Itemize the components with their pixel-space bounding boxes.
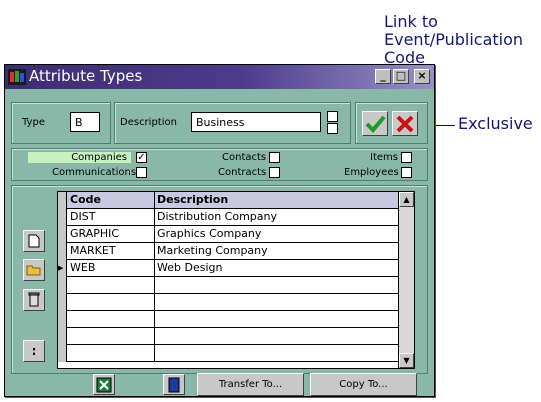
category-contracts-checkbox[interactable] [269,167,280,178]
row-selector[interactable] [58,345,67,362]
scroll-down-icon[interactable]: ▼ [399,353,414,368]
empty-table-row[interactable] [58,277,398,294]
cell-description[interactable]: Marketing Company [155,243,398,260]
trash-icon [28,292,40,307]
table-row[interactable]: GRAPHIC Graphics Company [58,226,398,243]
book-icon [168,377,180,393]
row-selector[interactable] [58,311,67,328]
scroll-up-icon[interactable]: ▲ [399,192,414,207]
table-header: Code Description [58,192,398,209]
empty-table-row[interactable] [58,311,398,328]
open-record-button[interactable] [23,259,45,281]
open-folder-icon [26,265,41,276]
cell-description[interactable] [155,328,398,345]
exclusive-annotation: Exclusive [458,114,533,133]
row-selector[interactable]: ▶ [58,260,67,277]
column-header-description[interactable]: Description [155,192,398,209]
attribute-types-window: Attribute Types _ □ × Type B Description… [4,64,435,397]
type-label: Type [22,117,45,128]
row-selector[interactable] [58,243,67,260]
empty-table-row[interactable] [58,345,398,362]
description-group: Description Business [114,102,351,144]
excel-icon [96,377,112,393]
description-field[interactable]: Business [191,112,321,132]
cell-code[interactable] [68,311,155,328]
ok-cancel-group [355,102,428,144]
cell-description[interactable] [155,294,398,311]
row-selector[interactable] [58,277,67,294]
app-icon [8,69,26,85]
table-row[interactable]: DIST Distribution Company [58,209,398,226]
cell-code[interactable] [68,345,155,362]
cell-description[interactable]: Web Design [155,260,398,277]
cell-code[interactable]: WEB [68,260,155,277]
cell-code[interactable]: MARKET [68,243,155,260]
book-button[interactable] [163,374,185,395]
empty-table-row[interactable] [58,294,398,311]
category-items-checkbox[interactable] [401,152,412,163]
link-annotation-line2: Event/Publication [384,30,524,49]
category-contracts-label: Contracts [218,167,267,178]
row-selector[interactable] [58,226,67,243]
row-selector[interactable] [58,209,67,226]
type-field[interactable]: B [70,112,100,132]
cell-description[interactable] [155,277,398,294]
check-icon [365,115,386,133]
window-title: Attribute Types [29,67,143,85]
cell-code[interactable] [68,277,155,294]
category-employees-label: Employees [344,167,399,178]
table-row[interactable]: ▶ WEB Web Design [58,260,398,277]
category-companies-checkbox[interactable]: ✓ [136,152,147,163]
cell-description[interactable] [155,345,398,362]
cell-code[interactable] [68,328,155,345]
category-communications-checkbox[interactable] [136,167,147,178]
copy-to-button[interactable]: Copy To... [310,373,417,396]
row-selector[interactable] [58,294,67,311]
title-bar[interactable]: Attribute Types _ □ × [5,65,434,89]
cell-description[interactable] [155,311,398,328]
category-contacts-label: Contacts [222,152,267,163]
new-record-icon [28,234,40,248]
type-group: Type B [11,102,111,144]
excel-export-button[interactable] [93,374,115,395]
delete-record-button[interactable] [23,289,45,311]
link-annotation-line1: Link to [384,12,438,31]
column-header-code[interactable]: Code [68,192,155,209]
vertical-scrollbar[interactable]: ▲ ▼ [398,192,414,368]
category-companies-label: Companies [28,152,131,163]
attribute-table: Code Description DIST Distribution Compan… [57,191,415,369]
close-button[interactable]: × [414,69,430,84]
category-items-label: Items [370,152,398,163]
ok-button[interactable] [362,111,388,136]
header-row-selector [58,192,67,209]
exclusive-checkbox[interactable] [327,123,338,134]
empty-table-row[interactable] [58,328,398,345]
category-contacts-checkbox[interactable] [269,152,280,163]
link-checkbox[interactable] [327,111,338,122]
transfer-to-button[interactable]: Transfer To... [197,373,304,396]
category-employees-checkbox[interactable] [401,167,412,178]
cell-code[interactable]: GRAPHIC [68,226,155,243]
row-selector[interactable] [58,328,67,345]
x-icon [396,115,414,133]
cell-description[interactable]: Graphics Company [155,226,398,243]
category-communications-label: Communications [52,167,137,178]
cancel-button[interactable] [392,111,418,136]
maximize-button[interactable]: □ [393,69,409,84]
new-record-button[interactable] [23,230,45,252]
cell-description[interactable]: Distribution Company [155,209,398,226]
cell-code[interactable]: DIST [68,209,155,226]
categories-group: Companies ✓ Communications Contacts Cont… [11,148,428,181]
more-button[interactable]: : [23,340,45,362]
description-label: Description [120,117,177,128]
table-row[interactable]: MARKET Marketing Company [58,243,398,260]
minimize-button[interactable]: _ [375,69,391,84]
cell-code[interactable] [68,294,155,311]
